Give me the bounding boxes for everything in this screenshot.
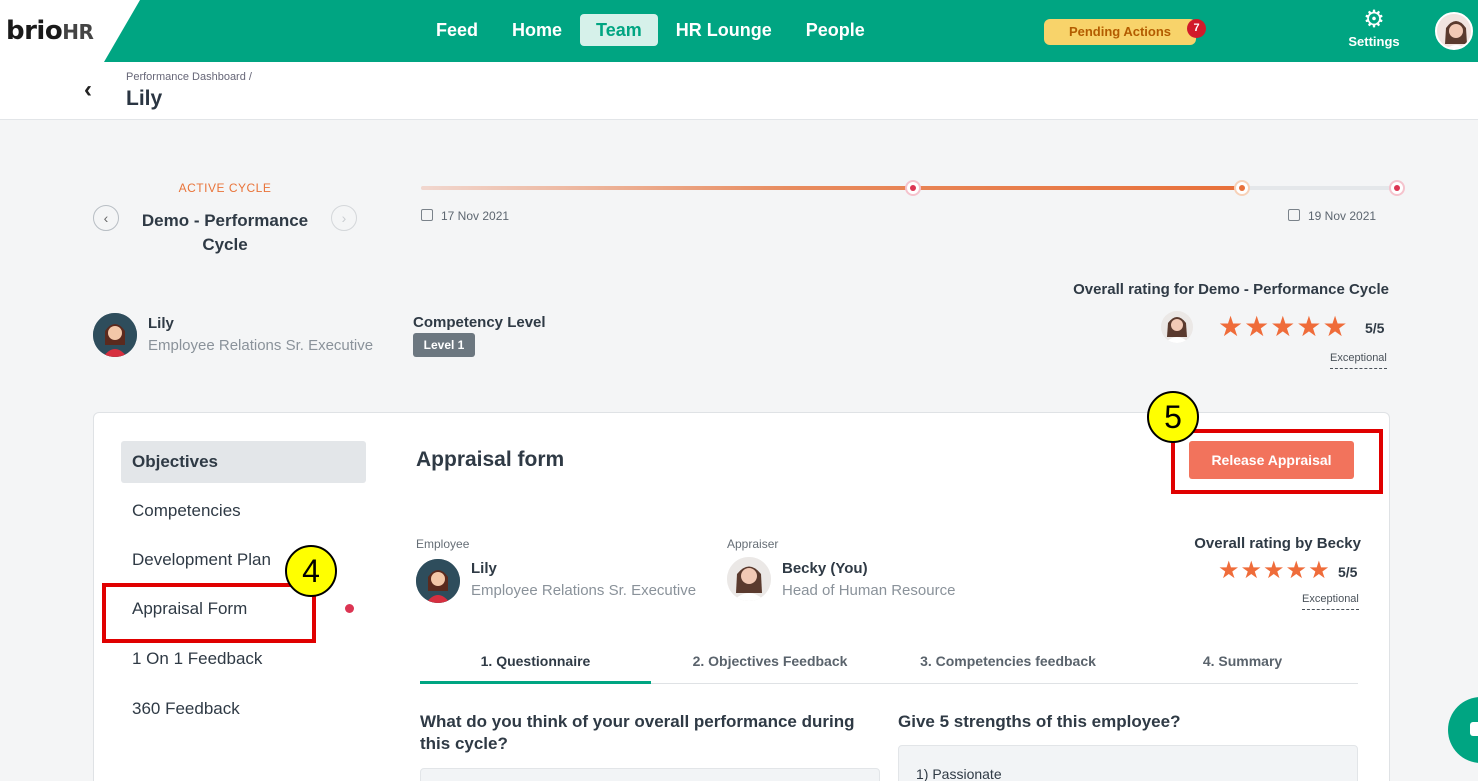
end-date-text: 19 Nov 2021 [1308,209,1377,223]
rating-by-appraiser-word: Exceptional [1302,593,1359,610]
tab-questionnaire[interactable]: 1. Questionnaire [420,646,651,684]
employee-label: Employee [416,537,470,551]
sidebar-item-objectives[interactable]: Objectives [121,441,366,483]
tab-summary[interactable]: 4. Summary [1127,646,1358,684]
user-avatar[interactable] [1435,12,1473,50]
brand-suffix: HR [62,20,94,44]
start-date-text: 17 Nov 2021 [441,209,510,223]
tab-objectives-feedback[interactable]: 2. Objectives Feedback [651,646,889,684]
star-icon: ★ [1308,557,1331,584]
brand-logo[interactable]: brioHR [6,16,94,46]
appraiser-role: Head of Human Resource [782,582,956,599]
competency-label: Competency Level [413,314,546,331]
highlight-box-appraisal-form [102,583,316,643]
page-title: Lily [126,87,163,110]
nav-team[interactable]: Team [580,14,658,46]
nav-home[interactable]: Home [496,14,578,46]
timeline-current-marker[interactable] [1234,180,1250,196]
page-header: ‹ Performance Dashboard / Lily [0,62,1478,120]
breadcrumb[interactable]: Performance Dashboard / [126,71,252,83]
next-cycle-button[interactable]: › [331,205,357,231]
tab-competencies-feedback[interactable]: 3. Competencies feedback [889,646,1127,684]
notification-dot [345,604,354,613]
rating-by-appraiser-score: 5/5 [1338,564,1358,580]
star-icon: ★ [1296,311,1323,342]
star-icon: ★ [1285,557,1309,584]
prev-cycle-button[interactable]: ‹ [93,205,119,231]
nav-feed[interactable]: Feed [420,14,494,46]
overall-rating-word: Exceptional [1330,352,1387,369]
employee-illustration [93,313,137,357]
step-4-callout: 4 [285,545,337,597]
cycle-end-date: 19 Nov 2021 [1288,209,1376,223]
competency-level-badge: Level 1 [413,333,475,357]
star-icon: ★ [1218,557,1241,584]
overall-score: 5/5 [1365,320,1385,336]
appraiser-name: Becky (You) [782,560,868,577]
main-nav: Feed Home Team HR Lounge People [420,14,883,46]
cycle-name: Demo - Performance Cycle [141,211,309,254]
settings-label: Settings [1348,34,1400,49]
appraisal-tabs: 1. Questionnaire 2. Objectives Feedback … [420,646,1358,684]
rating-by-appraiser-stars: ★★★★★ [1218,556,1331,585]
form-employee-name: Lily [471,560,497,577]
sidebar-item-360-feedback[interactable]: 360 Feedback [121,688,366,730]
calendar-icon [421,209,433,221]
brand-name: brio [6,16,63,46]
star-icon: ★ [1218,311,1245,342]
step-5-callout: 5 [1147,391,1199,443]
chat-button[interactable] [1448,697,1478,763]
timeline-milestone[interactable] [905,180,921,196]
sidebar-item-competencies[interactable]: Competencies [121,490,366,532]
calendar-icon [1288,209,1300,221]
rating-by-appraiser-title: Overall rating by Becky [1194,535,1361,552]
form-title: Appraisal form [416,448,565,471]
overall-rating-title: Overall rating for Demo - Performance Cy… [1073,281,1389,298]
nav-hr-lounge[interactable]: HR Lounge [660,14,788,46]
employee-avatar [93,313,137,357]
settings-button[interactable]: ⚙ Settings [1346,6,1402,49]
answer-strengths-text: 1) Passionate [916,766,1002,781]
nav-people[interactable]: People [790,14,881,46]
cycle-start-date: 17 Nov 2021 [421,209,509,223]
active-cycle-label: ACTIVE CYCLE [178,181,272,195]
sidebar-item-one-on-one-feedback[interactable]: 1 On 1 Feedback [121,638,366,680]
employee-role: Employee Relations Sr. Executive [148,337,374,354]
back-arrow-icon[interactable]: ‹ [84,76,92,104]
form-employee-role: Employee Relations Sr. Executive [471,582,697,599]
question-strengths: Give 5 strengths of this employee? [898,712,1181,731]
star-icon: ★ [1240,557,1264,584]
appraiser-avatar-small [1161,311,1193,343]
gear-icon: ⚙ [1363,6,1385,33]
employee-name: Lily [148,315,174,332]
appraiser-photo [727,557,771,601]
appraiser-photo-small [1161,311,1193,343]
star-icon: ★ [1270,311,1297,342]
star-icon: ★ [1322,311,1349,342]
cycle-timeline-progress [421,186,1244,190]
highlight-box-release-appraisal [1171,429,1383,494]
pending-count-badge: 7 [1187,19,1206,38]
appraiser-avatar [727,557,771,601]
overall-rating-stars: ★★★★★ [1218,310,1349,343]
star-icon: ★ [1244,311,1271,342]
form-employee-avatar [416,559,460,603]
form-employee-illustration [416,559,460,603]
question-overall-performance: What do you think of your overall perfor… [420,712,855,753]
star-icon: ★ [1263,557,1286,584]
pending-actions-button[interactable]: Pending Actions [1044,19,1196,45]
appraiser-label: Appraiser [727,537,779,551]
timeline-end-marker[interactable] [1389,180,1405,196]
answer-field-overall-performance[interactable] [420,768,880,781]
